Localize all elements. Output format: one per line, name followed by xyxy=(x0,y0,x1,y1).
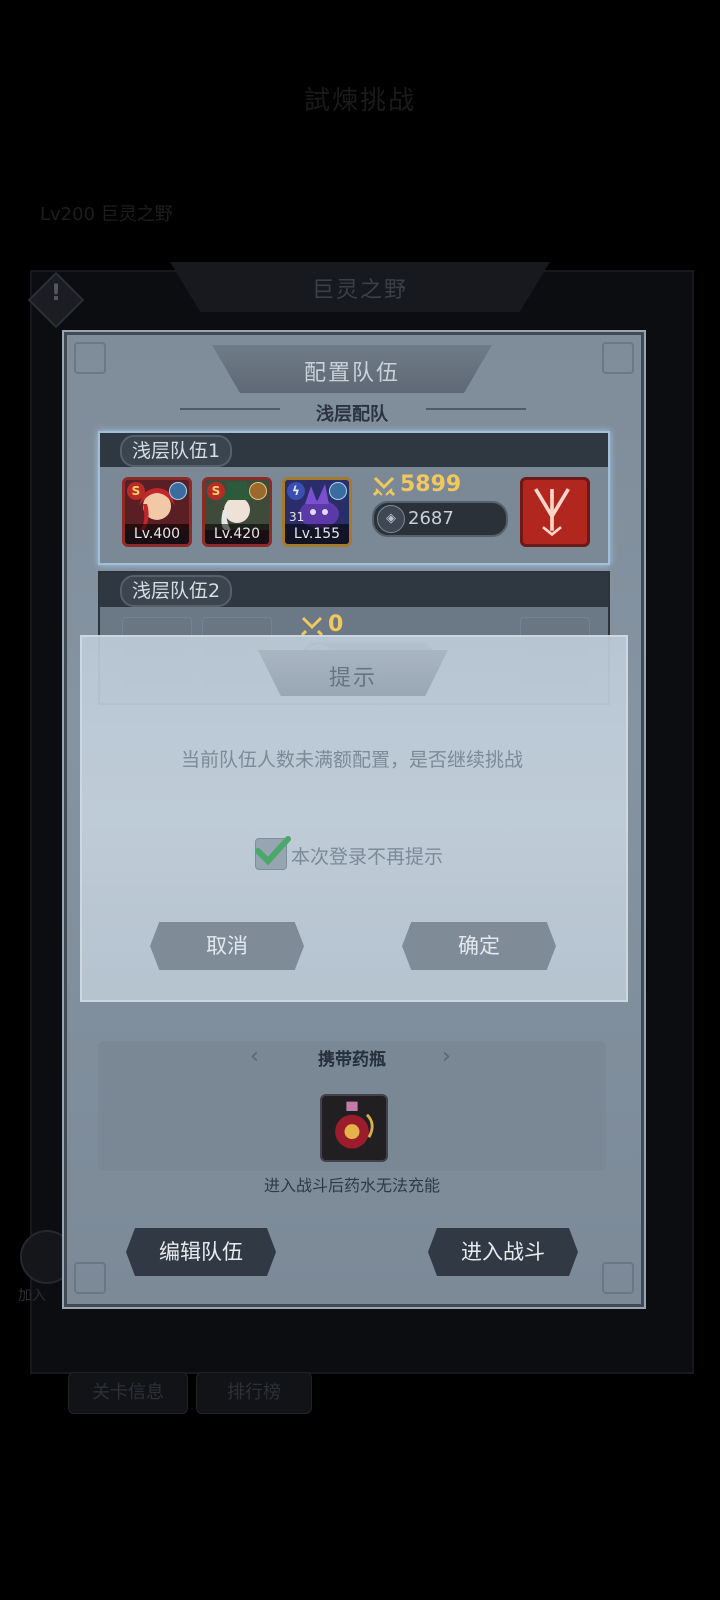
tab-stage-info[interactable]: 关卡信息 xyxy=(68,1372,188,1414)
corner-ornament xyxy=(74,342,106,374)
hero-level: Lv.420 xyxy=(205,524,269,544)
corner-ornament xyxy=(74,1262,106,1294)
shield-gem-icon: ◈ xyxy=(377,505,405,533)
hero-slot-1[interactable]: S Lv.400 xyxy=(122,477,192,547)
potion-note: 进入战斗后药水无法充能 xyxy=(263,1176,440,1195)
corner-ornament xyxy=(602,342,634,374)
potion-bottle-icon xyxy=(335,1101,374,1149)
hero-slot-3[interactable]: ϟ 31 Lv.155 xyxy=(282,477,352,547)
enter-battle-button[interactable]: 进入战斗 xyxy=(428,1228,578,1276)
team-label: 浅层队伍1 xyxy=(120,435,233,467)
checkmark-icon xyxy=(255,836,291,866)
hero-level: Lv.155 xyxy=(285,524,349,544)
potion-slot[interactable] xyxy=(320,1094,388,1162)
tab-leaderboard[interactable]: 排行榜 xyxy=(196,1372,312,1414)
join-label: 加入 xyxy=(18,1288,46,1304)
lightning-badge-icon: ϟ xyxy=(287,482,305,500)
warning-mark-icon: ! xyxy=(50,281,62,306)
earth-element-icon xyxy=(249,482,267,500)
background-panel-title: 巨灵之野 xyxy=(311,278,408,303)
dont-remind-checkbox[interactable] xyxy=(255,836,291,870)
prompt-message: 当前队伍人数未满额配置，是否继续挑战 xyxy=(180,749,523,771)
rank-badge-icon: S xyxy=(207,482,225,500)
water-element-icon xyxy=(169,482,187,500)
trident-skill-icon xyxy=(534,488,570,537)
stage-subtitle: Lv200 巨灵之野 xyxy=(40,204,173,225)
hero-level: Lv.400 xyxy=(125,524,189,544)
dont-remind-label[interactable]: 本次登录不再提示 xyxy=(291,842,443,869)
secondary-stat-value: 2687 xyxy=(408,508,454,529)
screen-title: 試煉挑战 xyxy=(303,86,416,116)
potion-title: 携带药瓶 xyxy=(318,1050,386,1070)
crossed-swords-icon xyxy=(372,476,396,497)
edit-team-button[interactable]: 编辑队伍 xyxy=(126,1228,276,1276)
water-element-icon xyxy=(329,482,347,500)
team-power: 5899 xyxy=(400,472,462,497)
section-label: 浅层配队 xyxy=(316,404,388,425)
team-label: 浅层队伍2 xyxy=(120,575,233,607)
hero-slot-2[interactable]: S Lv.420 xyxy=(202,477,272,547)
corner-ornament xyxy=(602,1262,634,1294)
secondary-stat-pill: ◈ 2687 xyxy=(372,501,508,537)
cancel-button[interactable]: 取消 xyxy=(150,922,304,970)
hero-rank-number: 31 xyxy=(289,510,305,524)
team-power: 0 xyxy=(328,612,344,637)
dialog-title: 配置队伍 xyxy=(303,361,400,386)
confirm-button[interactable]: 确定 xyxy=(402,922,556,970)
skill-slot[interactable] xyxy=(520,477,590,547)
prompt-title: 提示 xyxy=(328,666,377,691)
team-card-1[interactable]: 浅层队伍1 S Lv.400 S Lv.420 ϟ 31 Lv.155 5899… xyxy=(98,431,610,565)
rank-badge-icon: S xyxy=(127,482,145,500)
